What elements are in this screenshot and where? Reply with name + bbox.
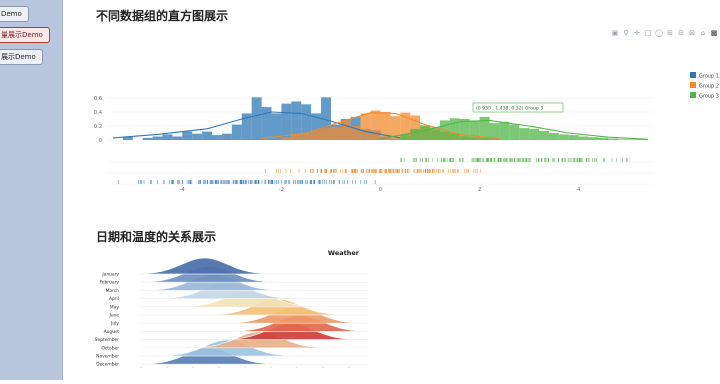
ridgeline-section-title: 日期和温度的关系展示 (96, 230, 217, 244)
zoom-out-icon[interactable]: ⊟ (677, 29, 685, 37)
histogram-bar (370, 110, 381, 140)
histogram-bar (628, 139, 639, 140)
histogram-bar (509, 124, 520, 140)
ridge-month-label: October (101, 345, 119, 351)
histogram-bar (340, 120, 351, 140)
x-tick-label: -2 (279, 187, 284, 193)
sidebar-item-active-demo[interactable]: 量展示Demo (0, 27, 50, 43)
histogram-bar (321, 128, 331, 140)
histogram-bar (182, 131, 193, 140)
legend-swatch (690, 72, 696, 78)
y-tick-label: 0.6 (94, 96, 102, 102)
histogram-bar (539, 130, 549, 140)
histogram-bar (499, 121, 510, 140)
y-tick-label: 0.2 (94, 124, 102, 130)
ridge-month-label: September (95, 337, 119, 343)
ridge-month-label: March (106, 288, 120, 294)
histogram-bar (360, 113, 371, 140)
x-tick-label: -4 (180, 187, 185, 193)
legend-swatch (690, 82, 696, 88)
histogram-bar (529, 128, 540, 140)
ridge-month-label: December (96, 362, 119, 368)
ridgeline-chart[interactable]: Weather January February March April May June… (93, 244, 393, 384)
ridge-month-label: April (109, 296, 119, 302)
hover-tooltip-text: (0.939 , 1.438, 0.32) Group 3 (476, 106, 543, 112)
sidebar: Demo 量展示Demo 展示Demo (0, 0, 63, 380)
ridge-month-label: August (104, 329, 120, 335)
histogram-bar (548, 133, 559, 140)
histogram-bar (618, 139, 629, 140)
histogram-bar (231, 124, 242, 140)
histogram-bar (162, 134, 173, 140)
histogram-bar (152, 136, 163, 140)
lasso-icon[interactable]: ◯ (655, 29, 663, 37)
ridge-month-label: February (100, 280, 120, 286)
histogram-bar (192, 133, 203, 140)
camera-icon[interactable]: ▣ (611, 29, 619, 37)
x-tick-label: 4 (577, 187, 580, 193)
histogram-bar (172, 136, 183, 140)
histogram-bar (202, 131, 213, 140)
histogram-bar (281, 137, 292, 140)
legend-swatch (690, 92, 696, 98)
histogram-bar (311, 130, 322, 140)
histogram-bar (519, 128, 530, 140)
ridge-month-label: May (110, 304, 119, 310)
histogram-bar (598, 137, 609, 140)
chart-modebar: ▣ ⚲ ✛ □ ◯ ⊞ ⊟ ⊠ ⌂ ▩ (611, 29, 718, 37)
ridge-month-label: November (96, 354, 119, 360)
ridge-month-label: July (110, 321, 119, 327)
ridge-month-label: June (108, 313, 119, 319)
legend-label: Group 2 (699, 84, 719, 90)
histogram-section-title: 不同数据组的直方图展示 (96, 9, 229, 23)
ridge-month-january (140, 257, 368, 275)
histogram-bar (568, 135, 579, 140)
histogram-bar (420, 125, 431, 140)
histogram-bar (558, 134, 569, 140)
legend-label: Group 1 (699, 74, 719, 80)
histogram-bar (212, 135, 222, 140)
main-content: 不同数据组的直方图展示 ▣ ⚲ ✛ □ ◯ ⊞ ⊟ ⊠ ⌂ ▩ 0 0.2 0.4 0… (63, 0, 720, 380)
histogram-bar (608, 138, 619, 140)
x-tick-label: 2 (478, 187, 481, 193)
zoom-icon[interactable]: ⚲ (622, 29, 630, 37)
histogram-bar (469, 120, 480, 140)
x-tick-label: 0 (379, 187, 382, 193)
legend-label: Group 3 (699, 94, 719, 100)
histogram-bar (449, 118, 460, 140)
autoscale-icon[interactable]: ⊠ (688, 29, 696, 37)
pan-icon[interactable]: ✛ (633, 29, 641, 37)
box-select-icon[interactable]: □ (644, 29, 652, 37)
histogram-bar (221, 133, 232, 140)
ridgeline-title: Weather (328, 249, 360, 257)
zoom-in-icon[interactable]: ⊞ (666, 29, 674, 37)
histogram-bar (142, 137, 153, 140)
sidebar-item-show-demo[interactable]: 展示Demo (0, 49, 43, 65)
histogram-bar (330, 126, 341, 140)
histogram-bar (578, 136, 589, 140)
histogram-bar (251, 97, 262, 140)
home-icon[interactable]: ⌂ (699, 29, 707, 37)
ridge-month-label: January (101, 272, 119, 278)
y-tick-label: 0 (99, 138, 102, 144)
histogram-bar (588, 137, 599, 140)
histogram-bar (301, 133, 312, 140)
sidebar-item-demo[interactable]: Demo (0, 6, 29, 22)
histogram-bar (410, 128, 421, 140)
y-tick-label: 0.4 (94, 110, 102, 116)
plotly-logo-icon[interactable]: ▩ (710, 29, 718, 37)
